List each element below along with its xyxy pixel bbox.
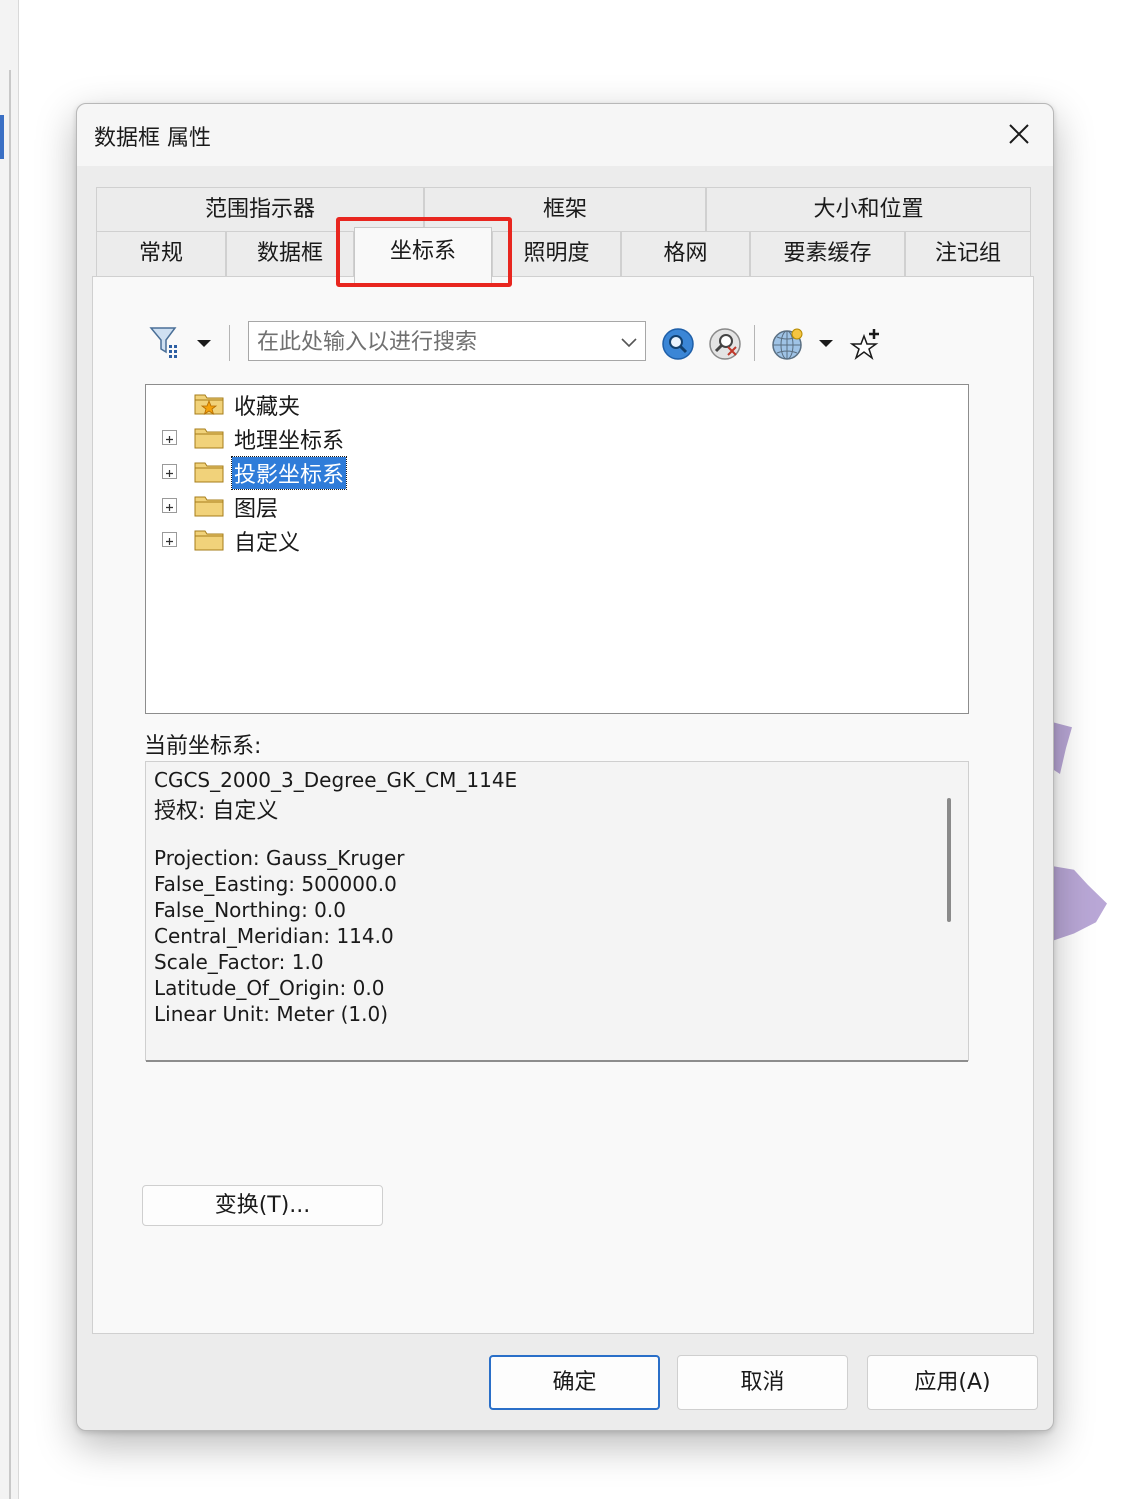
chevron-down-icon[interactable] [619, 332, 639, 352]
tree-item-label: 收藏夹 [234, 395, 301, 420]
filter-icon [149, 327, 177, 358]
projection-param: False_Easting: 500000.0 [154, 872, 397, 896]
dropdown-arrow-icon [197, 340, 211, 347]
expand-button[interactable] [162, 532, 177, 547]
projection-param: Central_Meridian: 114.0 [154, 924, 394, 948]
title-bar: 数据框 属性 [77, 104, 1053, 166]
filter-dropdown-button[interactable] [196, 335, 212, 351]
globe-dropdown-button[interactable] [818, 335, 834, 351]
folder-icon [194, 496, 224, 517]
expand-button[interactable] [162, 430, 177, 445]
favorites-folder-icon [194, 394, 224, 415]
coordinate-system-tree: 收藏夹 地理坐标系 投影坐标系 图层 自定义 [145, 384, 969, 714]
ok-button[interactable]: 确定 [489, 1355, 660, 1410]
tab-general[interactable]: 常规 [96, 231, 226, 277]
tab-illumination[interactable]: 照明度 [492, 231, 621, 277]
background-divider [9, 70, 11, 1499]
plus-icon [166, 470, 173, 477]
folder-icon [194, 428, 224, 449]
tree-item-custom[interactable]: 自定义 [146, 524, 406, 556]
background-map-feature [1052, 722, 1072, 774]
plus-icon [166, 504, 173, 511]
folder-icon [194, 530, 224, 551]
dropdown-arrow-icon [819, 340, 833, 347]
cancel-button[interactable]: 取消 [677, 1355, 848, 1410]
projection-param: Latitude_Of_Origin: 0.0 [154, 976, 385, 1000]
globe-button[interactable] [771, 327, 805, 361]
tree-item-label: 图层 [234, 497, 279, 522]
data-frame-properties-dialog: 数据框 属性 范围指示器 框架 大小和位置 常规 数据框 照明度 格网 要素缓存… [76, 103, 1054, 1431]
search-button[interactable] [661, 327, 695, 361]
add-to-favorites-button[interactable] [849, 327, 883, 361]
background-selection-indicator [0, 115, 4, 159]
folder-icon [194, 462, 224, 483]
projection-param: Scale_Factor: 1.0 [154, 950, 324, 974]
tree-item-favorites[interactable]: 收藏夹 [146, 388, 406, 420]
plus-icon [166, 538, 173, 545]
apply-button[interactable]: 应用(A) [867, 1355, 1038, 1410]
projection-param: Projection: Gauss_Kruger [154, 846, 405, 870]
tab-size-and-position[interactable]: 大小和位置 [706, 187, 1031, 233]
close-button[interactable] [999, 116, 1039, 152]
tab-coordinate-system[interactable]: 坐标系 [354, 227, 492, 285]
projection-param: False_Northing: 0.0 [154, 898, 346, 922]
tree-item-label: 地理坐标系 [234, 429, 345, 454]
add-favorite-icon [849, 329, 879, 361]
expand-button[interactable] [162, 498, 177, 513]
tree-item-label: 自定义 [234, 531, 301, 556]
tab-data-frame[interactable]: 数据框 [226, 231, 354, 277]
tree-item-label-selected: 投影坐标系 [230, 456, 348, 490]
dialog-title: 数据框 属性 [94, 126, 211, 151]
toolbar-separator [754, 325, 755, 361]
projection-param: Linear Unit: Meter (1.0) [154, 1002, 389, 1026]
filter-button[interactable] [149, 325, 183, 359]
search-combobox[interactable] [248, 321, 646, 361]
tree-item-geographic-coordinate-systems[interactable]: 地理坐标系 [146, 422, 406, 454]
background-map-feature [1052, 866, 1107, 941]
tree-item-layers[interactable]: 图层 [146, 490, 406, 522]
coordinate-system-name: CGCS_2000_3_Degree_GK_CM_114E [154, 768, 518, 792]
clear-search-icon [709, 328, 741, 360]
coordinate-system-panel: 收藏夹 地理坐标系 投影坐标系 [92, 276, 1034, 1334]
close-icon [1009, 124, 1029, 144]
globe-icon [772, 328, 803, 360]
transform-button[interactable]: 变换(T)... [142, 1185, 383, 1226]
plus-icon [166, 436, 173, 443]
search-icon [662, 328, 694, 360]
clear-search-button[interactable] [708, 327, 742, 361]
expand-button[interactable] [162, 464, 177, 479]
tab-grids[interactable]: 格网 [621, 231, 750, 277]
tab-feature-cache[interactable]: 要素缓存 [750, 231, 905, 277]
current-coordinate-system-label: 当前坐标系: [144, 734, 262, 759]
tree-item-projected-coordinate-systems[interactable]: 投影坐标系 [146, 456, 406, 490]
coordinate-system-authority: 授权: 自定义 [154, 799, 279, 824]
search-input[interactable] [255, 326, 609, 358]
current-coordinate-system-details[interactable]: CGCS_2000_3_Degree_GK_CM_114E 授权: 自定义 Pr… [145, 761, 969, 1062]
toolbar-separator [229, 325, 230, 361]
tab-annotation-groups[interactable]: 注记组 [905, 231, 1031, 277]
scrollbar-thumb[interactable] [947, 798, 951, 922]
